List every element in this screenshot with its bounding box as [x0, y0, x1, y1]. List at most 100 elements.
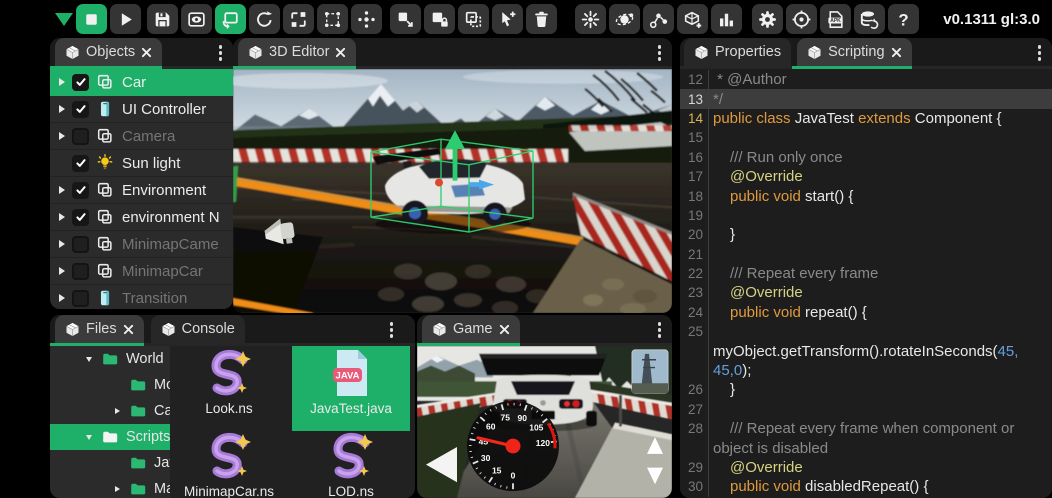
preview-button[interactable]	[181, 4, 212, 34]
run-options-dropdown[interactable]	[55, 13, 73, 26]
tab-scripting[interactable]: Scripting	[797, 38, 911, 66]
close-tab-icon[interactable]	[123, 324, 134, 335]
folder-label: World	[126, 351, 164, 367]
expand-arrow-icon[interactable]	[54, 78, 69, 86]
object-icon	[96, 73, 114, 91]
settings-button[interactable]	[752, 4, 783, 34]
file-item-minimapcar-ns[interactable]: MinimapCar.ns	[170, 426, 288, 498]
close-tab-icon[interactable]	[335, 47, 346, 58]
play-button[interactable]	[110, 4, 141, 34]
close-tab-icon[interactable]	[499, 324, 510, 335]
visibility-checkbox[interactable]	[72, 155, 89, 172]
stats-button[interactable]	[711, 4, 742, 34]
pointer-add-button[interactable]	[492, 4, 523, 34]
object-row-transition[interactable]: Transition	[50, 285, 233, 309]
folder-row-scripts[interactable]: Scripts	[50, 424, 170, 450]
object-row-environment[interactable]: Environment	[50, 177, 233, 204]
tab-console[interactable]: Console	[151, 315, 245, 343]
visibility-checkbox[interactable]	[72, 236, 89, 253]
gizmo-red-dot[interactable]	[435, 179, 443, 187]
folder-row-java[interactable]: Java	[50, 450, 170, 476]
visibility-checkbox[interactable]	[72, 209, 89, 226]
orbit-button[interactable]	[609, 4, 640, 34]
expand-arrow-icon[interactable]	[54, 240, 69, 248]
folder-row-materials[interactable]: Materials	[50, 476, 170, 498]
expand-arrow-icon[interactable]	[54, 267, 69, 275]
code-editor[interactable]: 12 * @Author13*/14public class JavaTest …	[680, 69, 1052, 498]
objects-menu-button[interactable]	[217, 43, 225, 63]
expand-arrow-icon[interactable]	[111, 408, 123, 414]
file-item-look-ns[interactable]: Look.ns	[170, 346, 288, 431]
object-row-sun-light[interactable]: Sun light	[50, 150, 233, 177]
expand-arrow-icon[interactable]	[111, 486, 123, 492]
help-button[interactable]: ?	[888, 4, 919, 34]
object-row-ui-controller[interactable]: UI Controller	[50, 96, 233, 123]
visibility-checkbox[interactable]	[72, 74, 89, 91]
rotate-tool-button[interactable]	[249, 4, 280, 34]
object-icon	[96, 235, 114, 253]
add-object-button[interactable]	[677, 4, 708, 34]
tab-3d-editor[interactable]: 3D Editor	[238, 38, 356, 66]
folder-label: Materials	[154, 481, 170, 497]
build-target-button[interactable]	[786, 4, 817, 34]
folder-row-world[interactable]: World	[50, 346, 170, 372]
visibility-checkbox[interactable]	[72, 290, 89, 307]
particles-button[interactable]	[575, 4, 606, 34]
object-row-camera[interactable]: Camera	[50, 123, 233, 150]
file-item-lod-ns[interactable]: LOD.ns	[292, 426, 410, 498]
object-row-minimapcar[interactable]: MinimapCar	[50, 258, 233, 285]
object-label: Sun light	[122, 155, 180, 172]
duplicate-button[interactable]	[458, 4, 489, 34]
tab-game[interactable]: Game	[422, 315, 520, 343]
database-sync-button[interactable]	[854, 4, 885, 34]
gizmo-tool-button[interactable]	[351, 4, 382, 34]
code-line: 27	[680, 400, 1052, 419]
tab-properties[interactable]: Properties	[684, 38, 791, 66]
line-number: 30	[680, 477, 709, 496]
3d-viewport[interactable]	[233, 69, 672, 313]
expand-arrow-icon[interactable]	[54, 294, 69, 302]
visibility-checkbox[interactable]	[72, 101, 89, 118]
svg-text:120: 120	[536, 438, 550, 448]
visibility-checkbox[interactable]	[72, 182, 89, 199]
copy-lock-button[interactable]	[424, 4, 455, 34]
object-row-car[interactable]: Car	[50, 69, 233, 96]
nodes-button[interactable]	[643, 4, 674, 34]
tab-objects[interactable]: Objects	[55, 38, 162, 66]
object-row-environment-n[interactable]: environment N	[50, 204, 233, 231]
expand-arrow-icon[interactable]	[83, 357, 95, 362]
save-button[interactable]	[147, 4, 178, 34]
close-tab-icon[interactable]	[141, 47, 152, 58]
move-tool-button[interactable]	[215, 4, 246, 34]
stop-button[interactable]	[76, 4, 107, 34]
file-item-javatest-java[interactable]: JAVAJavaTest.java	[292, 346, 410, 431]
game-viewport[interactable]: 0153045607590105120	[417, 346, 672, 498]
expand-arrow-icon[interactable]	[54, 213, 69, 221]
expand-arrow-icon[interactable]	[54, 186, 69, 194]
apk-export-button[interactable]: APK	[820, 4, 851, 34]
copy-move-button[interactable]	[390, 4, 421, 34]
tab-files[interactable]: Files	[55, 315, 144, 343]
bounds-tool-button[interactable]	[317, 4, 348, 34]
close-tab-icon[interactable]	[891, 47, 902, 58]
editor-menu-button[interactable]	[656, 43, 664, 63]
code-line: 18public void start() {	[680, 186, 1052, 205]
scale-tool-button[interactable]	[283, 4, 314, 34]
expand-arrow-icon[interactable]	[54, 105, 69, 113]
expand-arrow-icon[interactable]	[83, 435, 95, 440]
files-window: Files Console World ModelsCarsScriptsJava…	[50, 315, 415, 498]
folder-row-cars[interactable]: Cars	[50, 398, 170, 424]
folder-row-models[interactable]: Models	[50, 372, 170, 398]
game-menu-button[interactable]	[656, 320, 664, 340]
particles-icon	[580, 9, 601, 30]
copy-lock-icon	[429, 9, 450, 30]
delete-button[interactable]	[526, 4, 557, 34]
object-row-minimapcame[interactable]: MinimapCame	[50, 231, 233, 258]
visibility-checkbox[interactable]	[72, 128, 89, 145]
code-line: 30public void disabledRepeat() {	[680, 477, 1052, 496]
expand-arrow-icon[interactable]	[54, 132, 69, 140]
scripting-menu-button[interactable]	[1036, 43, 1044, 63]
bounds-tool-icon	[322, 9, 343, 30]
visibility-checkbox[interactable]	[72, 263, 89, 280]
files-menu-button[interactable]	[388, 320, 396, 340]
